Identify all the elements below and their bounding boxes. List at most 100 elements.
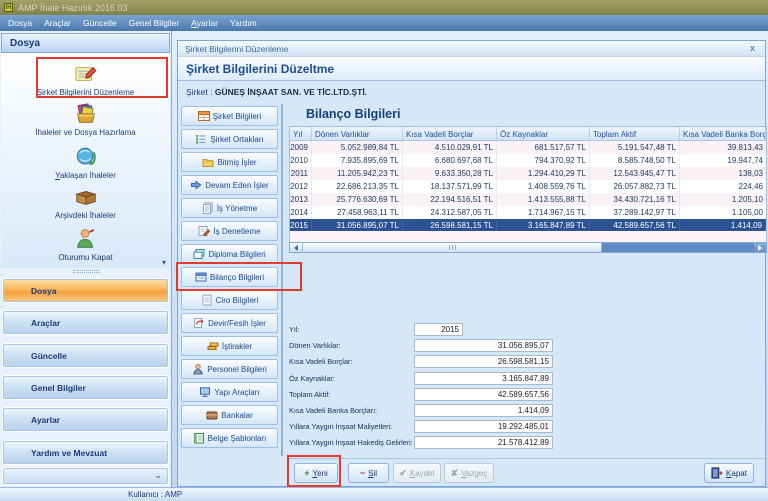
dialog-title: Şirket Bilgilerini Düzenleme [185,44,288,54]
col-header-banka-borclari[interactable]: Kısa Vadeli Banka Borçları [680,127,766,140]
form-row: Yıl: [289,322,555,338]
accordion-genel-bilgiler[interactable]: Genel Bilgiler [2,375,169,400]
col-header-toplam-aktif[interactable]: Toplam Aktif [590,127,680,140]
tab-sirket-ortaklari[interactable]: Şirket Ortakları [181,129,278,149]
kapat-button[interactable]: Kapat [704,463,754,483]
app-window: IH AMP İhale Hazırlık 2016.03 Dosya Araç… [0,0,768,501]
cell: 1.408.559,76 TL [497,180,590,193]
table-row-2012[interactable]: 2012 22.686.213,35 TL 18.137.571,99 TL 1… [290,180,766,193]
cell: 6.680.697,68 TL [403,154,497,167]
col-header-donen-varliklar[interactable]: Dönen Varlıklar [312,127,403,140]
cell: 12.543.945,47 TL [590,167,680,180]
panel-splitter-grip[interactable] [73,270,99,273]
vazgec-button[interactable]: ✘ Vazgeç [444,463,494,483]
accordion-ayarlar[interactable]: Ayarlar [2,407,169,432]
table-row-2013[interactable]: 2013 25.776.630,69 TL 22.194.516,51 TL 1… [290,193,766,206]
nav-item-ihaleler-ve-dosya-hazirlama[interactable]: İhaleler ve Dosya Hazırlama [1,102,170,137]
donen-varliklar-input[interactable] [414,339,553,352]
accordion-label: Genel Bilgiler [31,383,86,393]
hakedis-gelirleri-input[interactable] [414,436,553,449]
table-row-2014[interactable]: 2014 27.458.963,11 TL 24.312.587,05 TL 1… [290,206,766,219]
nav-item-arsivdeki-ihaleler[interactable]: Arşivdeki İhaleler [1,185,170,220]
tab-label: Personel Bilgileri [207,365,267,374]
tab-sirket-bilgileri[interactable]: Şirket Bilgileri [181,106,278,126]
sil-button[interactable]: − Sil [348,463,389,483]
accordion-araclar[interactable]: Araçlar [2,310,169,335]
accordion-dosya[interactable]: Dosya [2,278,169,303]
accordion-label: Yardım ve Mevzuat [31,448,107,458]
tab-devir-fesih-isler[interactable]: Devir/Fesih İşler [181,313,278,333]
accordion-yardim-ve-mevzuat[interactable]: Yardım ve Mevzuat [2,440,169,465]
tab-diploma-bilgileri[interactable]: Diploma Bilgileri [181,244,278,264]
cell: 2013 [290,193,312,206]
kisa-vadeli-borclar-input[interactable] [414,355,553,368]
cell: 37.289.142,97 TL [590,206,680,219]
accordion-collapse-chevron-icon[interactable]: ⌄ [154,470,162,481]
exit-door-icon [711,467,723,479]
year-input[interactable] [414,323,463,336]
yeni-button[interactable]: + Yeni [294,463,338,483]
table-row-2011[interactable]: 2011 11.205.942,23 TL 9.633.350,28 TL 1.… [290,167,766,180]
cell: 4.510.029,91 TL [403,141,497,154]
menu-ayarlar[interactable]: Ayarlar [191,18,218,28]
banka-borclari-input[interactable] [414,404,553,417]
col-header-oz-kaynaklar[interactable]: Öz Kaynaklar [497,127,590,140]
company-table-icon [198,110,210,122]
cell: 19.947,74 [680,154,766,167]
menu-yardim[interactable]: Yardım [230,18,257,28]
toplam-aktif-input[interactable] [414,388,553,401]
form-row: Dönen Varlıklar: [289,338,555,354]
template-document-icon [193,432,205,444]
scroll-right-button[interactable] [754,243,766,252]
footer-separator [289,458,767,459]
scroll-left-button[interactable] [290,243,302,252]
menu-araclar[interactable]: Araçlar [44,18,71,28]
tab-ciro-bilgileri[interactable]: Ciro Bilgileri [181,290,278,310]
tab-belge-sablonlari[interactable]: Belge Şablonları [181,428,278,448]
app-title: AMP İhale Hazırlık 2016.03 [18,3,127,13]
menu-guncelle[interactable]: Güncelle [83,18,117,28]
navigation-panel: Dosya Şirket Bilgilerini Düzenleme İhale… [0,31,172,487]
tab-devam-eden-isler[interactable]: Devam Eden İşler [181,175,278,195]
cancel-x-icon: ✘ [451,469,459,478]
tab-yapi-araclari[interactable]: Yapı Araçları [181,382,278,402]
tab-is-yonetme[interactable]: İş Yönetme [181,198,278,218]
transfer-arrow-icon [193,317,205,329]
close-icon[interactable]: x [750,43,755,53]
scroll-track[interactable] [602,243,754,252]
accordion-guncelle[interactable]: Güncelle [2,343,169,368]
menu-genel-bilgiler[interactable]: Genel Bilgiler [129,18,180,28]
table-row-2009[interactable]: 2009 5.052.989,84 TL 4.510.029,91 TL 681… [290,141,766,154]
tab-label: Yapı Araçları [214,388,259,397]
check-icon: ✔ [399,469,407,478]
col-header-yil[interactable]: Yıl [290,127,312,140]
tab-bitmis-isler[interactable]: Bitmiş İşler [181,152,278,172]
insaat-maliyetleri-input[interactable] [414,420,553,433]
nav-item-yaklasan-ihaleler[interactable]: Yaklaşan İhaleler [1,145,170,180]
kaydet-button[interactable]: ✔ Kaydet [393,463,441,483]
button-label: Vazgeç [461,469,487,478]
nav-item-sirket-bilgilerini-duzenleme[interactable]: Şirket Bilgilerini Düzenleme [1,62,170,97]
tab-istirakler[interactable]: İştirakler [181,336,278,356]
oz-kaynaklar-input[interactable] [414,372,553,385]
partner-list-icon [195,133,207,145]
plus-icon: + [304,469,309,478]
tab-is-denetleme[interactable]: İş Denetleme [181,221,278,241]
table-hscrollbar[interactable] [289,242,767,253]
col-header-kisa-vadeli-borclar[interactable]: Kısa Vadeli Borçlar [403,127,497,140]
tab-label: İştirakler [222,342,252,351]
table-row-2010[interactable]: 2010 7.935.895,69 TL 6.680.697,68 TL 794… [290,154,766,167]
nav-overflow-chevron-icon[interactable]: ▾ [162,258,166,267]
wallet-icon [206,409,218,421]
cell: 138,03 [680,167,766,180]
nav-item-label: Arşivdeki İhaleler [1,211,170,220]
nav-item-oturumu-kapat[interactable]: Oturumu Kapat [1,227,170,262]
dialog-header: Şirket Bilgilerini Düzeltme [178,57,765,81]
tab-personel-bilgileri[interactable]: Personel Bilgileri [181,359,278,379]
tab-bankalar[interactable]: Bankalar [181,405,278,425]
tab-bilanco-bilgileri[interactable]: Bilanço Bilgileri [181,267,278,287]
scroll-thumb[interactable] [302,243,602,252]
menu-dosya[interactable]: Dosya [8,18,32,28]
nav-item-label: Şirket Bilgilerini Düzenleme [1,88,170,97]
cell: 2010 [290,154,312,167]
